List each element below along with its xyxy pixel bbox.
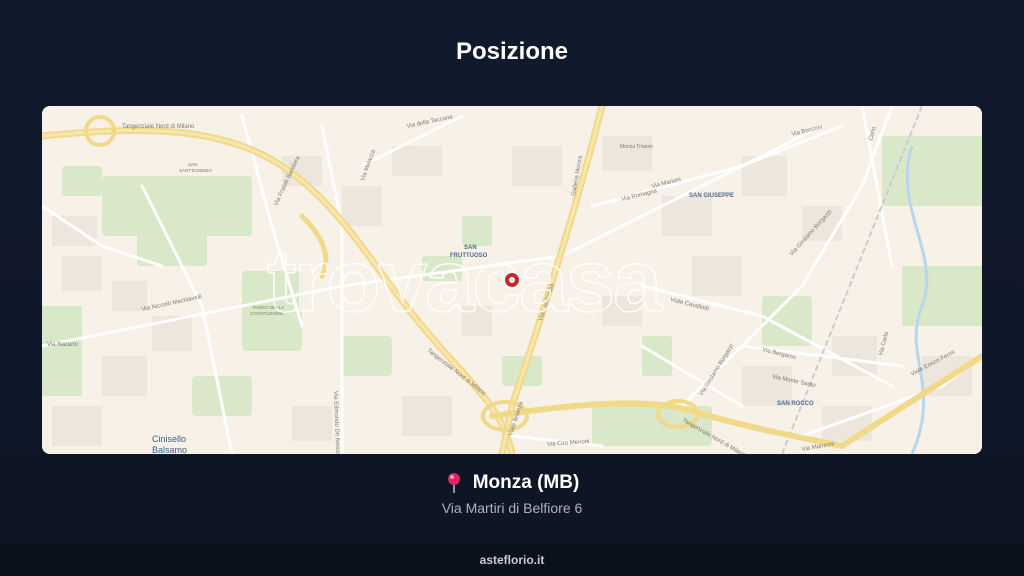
trovacasa-watermark: trovacasa xyxy=(267,231,663,330)
district-label-monza-trianno: Monza Trianno xyxy=(620,144,653,150)
city-label-balsamo: Balsamo xyxy=(152,445,187,454)
page-title: Posizione xyxy=(455,38,569,65)
property-marker[interactable] xyxy=(503,271,521,289)
footer: asteflorio.it xyxy=(0,544,1024,576)
map-canvas[interactable]: Tangenziale Nord di Milano Via della Tac… xyxy=(42,106,982,454)
road-label-via-nazario: Via Nazario xyxy=(47,342,79,348)
road-label-tangenziale-nord: Tangenziale Nord di Milano xyxy=(122,124,195,130)
district-label-san-giuseppe: SAN GIUSEPPE xyxy=(689,193,734,199)
district-label-san-2: SAN xyxy=(188,162,197,167)
round-pushpin-icon xyxy=(447,473,460,493)
district-label-sant-eusebio: SANT'EUSEBIO xyxy=(179,168,212,173)
location-map[interactable]: Tangenziale Nord di Milano Via della Tac… xyxy=(42,106,982,454)
district-label-san-rocco: SAN ROCCO xyxy=(777,401,814,407)
footer-site-link[interactable]: asteflorio.it xyxy=(480,553,545,567)
location-address: Via Martiri di Belfiore 6 xyxy=(441,500,583,516)
location-city: Monza (MB) xyxy=(472,472,580,493)
city-label-cinisello: Cinisello xyxy=(152,434,186,444)
location-row: Monza (MB) xyxy=(0,472,1024,494)
